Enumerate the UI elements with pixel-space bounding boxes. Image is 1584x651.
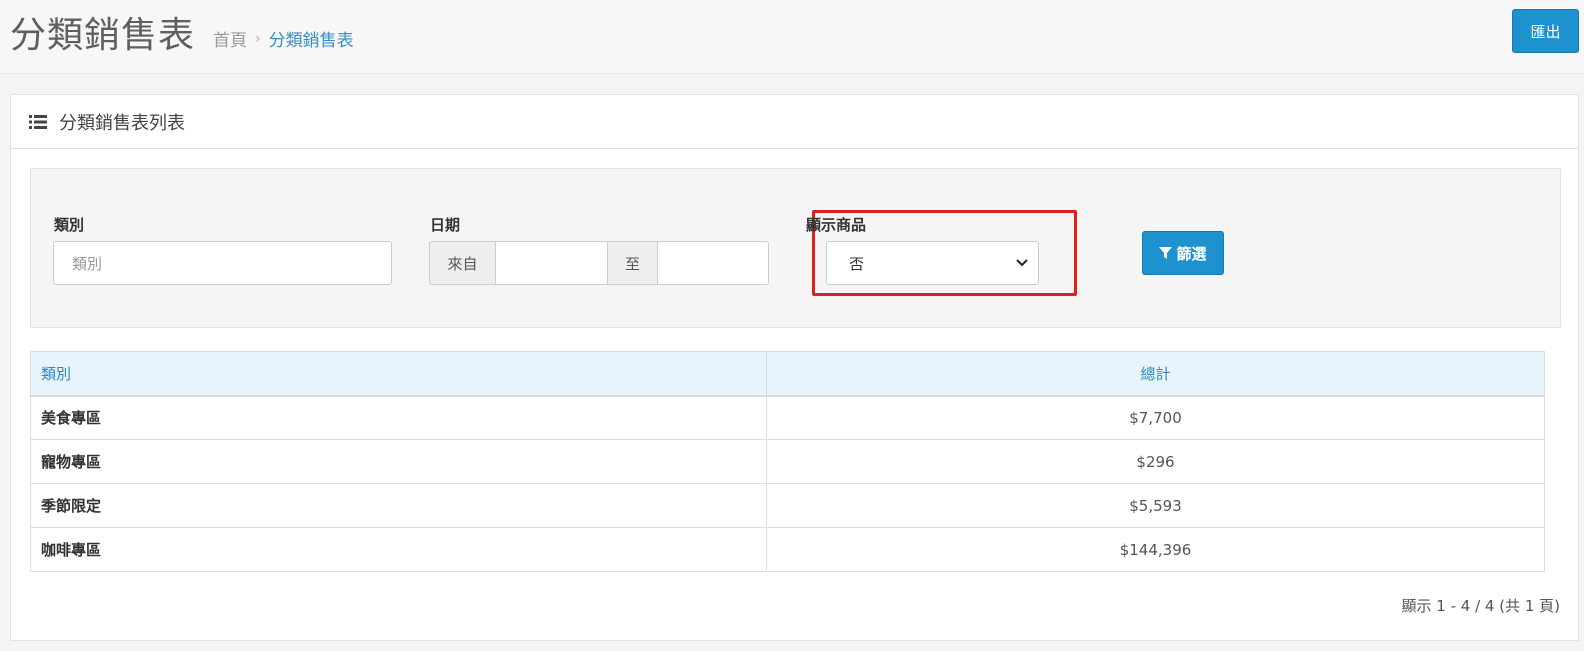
list-icon [29, 114, 47, 129]
column-header-total[interactable]: 總計 [766, 351, 1545, 397]
row-total: $5,593 [766, 483, 1545, 528]
breadcrumb-current-link[interactable]: 分類銷售表 [269, 26, 354, 51]
show-products-select[interactable]: 否 [826, 241, 1039, 285]
panel-heading: 分類銷售表列表 [11, 95, 1578, 149]
table-row: 季節限定 $5,593 [30, 483, 1545, 528]
row-category: 寵物專區 [30, 439, 767, 484]
category-input[interactable]: 類別 [53, 241, 392, 285]
row-total: $7,700 [766, 395, 1545, 440]
breadcrumb: 首頁 › 分類銷售表 [213, 26, 354, 52]
row-total: $144,396 [766, 527, 1545, 572]
date-to-addon: 至 [607, 241, 658, 285]
date-label: 日期 [430, 216, 461, 234]
breadcrumb-separator: › [255, 30, 261, 47]
date-from-addon: 來自 [429, 241, 496, 285]
row-category: 季節限定 [30, 483, 767, 528]
page-header: 分類銷售表 首頁 › 分類銷售表 匯出 [0, 0, 1584, 74]
date-to-input[interactable] [657, 241, 769, 285]
filter-section: 類別 類別 日期 來自 至 顯示商品 否 篩選 [30, 168, 1561, 328]
show-products-value: 否 [849, 254, 865, 273]
export-button[interactable]: 匯出 [1512, 9, 1579, 53]
row-category: 咖啡專區 [30, 527, 767, 572]
breadcrumb-home-link[interactable]: 首頁 [213, 26, 247, 51]
date-from-input[interactable] [495, 241, 608, 285]
filter-button-label: 篩選 [1176, 244, 1207, 263]
row-category: 美食專區 [30, 395, 767, 440]
row-total: $296 [766, 439, 1545, 484]
page-title: 分類銷售表 [10, 15, 196, 56]
category-placeholder: 類別 [72, 254, 103, 273]
panel-title: 分類銷售表列表 [59, 112, 185, 134]
table-row: 寵物專區 $296 [30, 439, 1545, 484]
table-row: 咖啡專區 $144,396 [30, 527, 1545, 572]
pagination-info: 顯示 1 - 4 / 4 (共 1 頁) [1401, 597, 1561, 615]
column-header-category[interactable]: 類別 [30, 351, 767, 397]
chevron-down-icon [1016, 259, 1028, 267]
table-header-row: 類別 總計 [30, 351, 1545, 397]
table-row: 美食專區 $7,700 [30, 395, 1545, 440]
filter-icon [1159, 246, 1173, 259]
sales-table: 類別 總計 美食專區 $7,700 寵物專區 $296 季節限定 $5,593 … [30, 351, 1545, 572]
category-label: 類別 [54, 216, 85, 234]
sales-report-panel: 分類銷售表列表 類別 類別 日期 來自 至 顯示商品 否 篩選 類別 總計 美食… [10, 94, 1579, 641]
filter-button[interactable]: 篩選 [1142, 231, 1224, 275]
show-products-label: 顯示商品 [806, 216, 867, 234]
